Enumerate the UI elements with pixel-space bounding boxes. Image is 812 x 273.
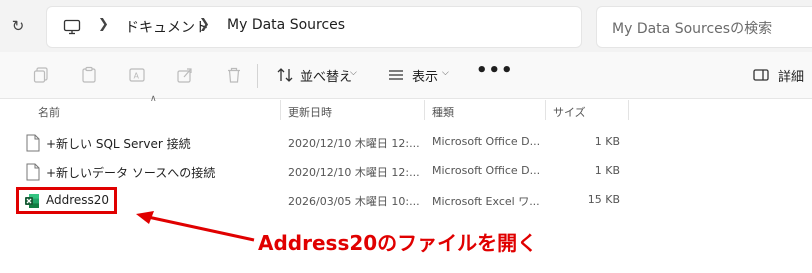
copy-icon[interactable] bbox=[32, 66, 50, 84]
file-modified: 2020/12/10 木曜日 12:... bbox=[288, 137, 420, 150]
column-header-name[interactable]: 名前 bbox=[38, 104, 60, 120]
file-size: 1 KB bbox=[594, 164, 620, 177]
column-header-size[interactable]: サイズ bbox=[553, 104, 586, 120]
view-button[interactable]: 表示 bbox=[412, 66, 438, 85]
sort-button[interactable]: 並べ替え bbox=[300, 66, 352, 85]
column-header-modified[interactable]: 更新日時 bbox=[288, 104, 332, 120]
file-row[interactable]: +新しいデータ ソースへの接続 2020/12/10 木曜日 12:... Mi… bbox=[0, 159, 640, 187]
file-modified: 2026/03/05 木曜日 10:... bbox=[288, 195, 420, 208]
sort-icon[interactable] bbox=[276, 66, 294, 84]
file-type: Microsoft Office D... bbox=[432, 135, 541, 148]
breadcrumb-documents[interactable]: ドキュメント bbox=[125, 17, 209, 37]
annotation-text: Address20のファイルを開く bbox=[258, 231, 538, 255]
column-divider[interactable] bbox=[424, 100, 425, 120]
refresh-icon[interactable]: ↻ bbox=[9, 17, 27, 35]
file-name: +新しいデータ ソースへの接続 bbox=[46, 166, 216, 180]
monitor-icon bbox=[63, 19, 81, 35]
toolbar-divider bbox=[257, 64, 258, 88]
chevron-right-icon[interactable]: ❯ bbox=[199, 17, 210, 32]
details-button[interactable]: 詳細 bbox=[778, 66, 804, 85]
search-placeholder: My Data Sourcesの検索 bbox=[612, 21, 773, 37]
file-modified: 2020/12/10 木曜日 12:... bbox=[288, 166, 420, 179]
rename-icon[interactable]: A bbox=[128, 66, 146, 84]
odc-file-icon bbox=[26, 163, 40, 181]
file-row[interactable]: +新しい SQL Server 接続 2020/12/10 木曜日 12:...… bbox=[0, 130, 640, 158]
sort-ascending-icon: ∧ bbox=[150, 94, 157, 104]
delete-icon[interactable] bbox=[225, 66, 243, 84]
address-bar[interactable]: ❯ ドキュメント ❯ My Data Sources bbox=[46, 6, 582, 48]
paste-icon[interactable] bbox=[80, 66, 98, 84]
annotation-arrow-icon bbox=[136, 211, 255, 242]
highlight-box bbox=[16, 187, 117, 214]
column-divider[interactable] bbox=[545, 100, 546, 120]
address-bar-row: ↻ ❯ ドキュメント ❯ My Data Sources My Data Sou… bbox=[0, 0, 812, 52]
file-type: Microsoft Office D... bbox=[432, 164, 541, 177]
odc-file-icon bbox=[26, 134, 40, 152]
svg-text:A: A bbox=[134, 72, 140, 81]
file-type: Microsoft Excel ワ... bbox=[432, 195, 540, 208]
file-size: 1 KB bbox=[594, 135, 620, 148]
search-input[interactable]: My Data Sourcesの検索 bbox=[596, 6, 812, 48]
column-divider[interactable] bbox=[280, 100, 281, 120]
chevron-down-icon[interactable]: ⌵ bbox=[350, 68, 357, 78]
command-bar: A 並べ替え ⌵ 表示 ⌵ ••• 詳細 bbox=[0, 52, 812, 99]
column-header-type[interactable]: 種類 bbox=[432, 104, 454, 120]
column-divider[interactable] bbox=[628, 100, 629, 120]
file-name: +新しい SQL Server 接続 bbox=[46, 137, 191, 151]
share-icon[interactable] bbox=[176, 66, 194, 84]
file-size: 15 KB bbox=[587, 193, 620, 206]
chevron-down-icon[interactable]: ⌵ bbox=[442, 68, 449, 78]
breadcrumb-my-data-sources[interactable]: My Data Sources bbox=[227, 17, 345, 33]
view-icon[interactable] bbox=[387, 66, 405, 84]
details-pane-icon[interactable] bbox=[752, 66, 770, 84]
chevron-right-icon[interactable]: ❯ bbox=[98, 17, 109, 32]
more-options-icon[interactable]: ••• bbox=[476, 60, 514, 81]
